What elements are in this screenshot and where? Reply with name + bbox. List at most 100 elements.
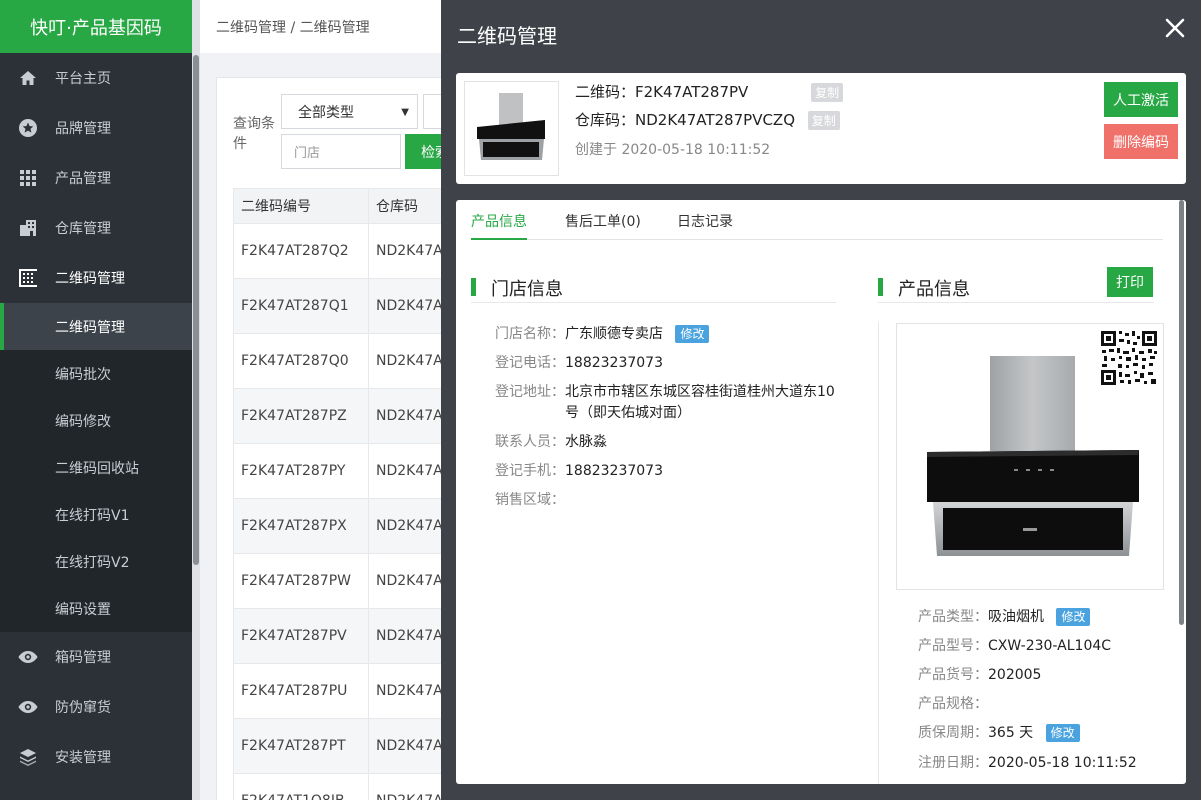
qr-code-line: 二维码：F2K47AT287PV 复制 bbox=[575, 81, 844, 102]
tab-indicator bbox=[471, 238, 527, 240]
store-section-header: 门店信息 bbox=[471, 273, 836, 303]
sidebar-subitem-code-settings[interactable]: 编码设置 bbox=[0, 585, 192, 632]
cell-qrcode: F2K47AT287PX bbox=[233, 498, 369, 554]
edit-store-name-button[interactable]: 修改 bbox=[675, 325, 710, 343]
print-button[interactable]: 打印 bbox=[1107, 267, 1153, 297]
field-key: 产品型号： bbox=[918, 638, 988, 654]
edit-warranty-button[interactable]: 修改 bbox=[1045, 724, 1080, 742]
field-value: 18823237073 bbox=[565, 463, 663, 479]
table-header-row: 二维码编号 仓库码 bbox=[233, 188, 459, 224]
sidebar: 快叮·产品基因码 平台主页 品牌管理 产品管理 仓库管理 二维码管理 二维码管理… bbox=[0, 0, 192, 800]
sidebar-item-product[interactable]: 产品管理 bbox=[0, 153, 192, 203]
created-time: 创建于 2020-05-18 10:11:52 bbox=[575, 142, 771, 158]
tab-product-info[interactable]: 产品信息 bbox=[471, 211, 527, 231]
sidebar-subitem-code-edit[interactable]: 编码修改 bbox=[0, 397, 192, 444]
sidebar-item-qrcode[interactable]: 二维码管理 bbox=[0, 253, 192, 303]
table-row[interactable]: F2K47AT287PU ND2K47A bbox=[233, 663, 459, 719]
sidebar-item-install[interactable]: 安装管理 bbox=[0, 732, 192, 782]
sidebar-item-box-code[interactable]: 箱码管理 bbox=[0, 632, 192, 682]
sidebar-item-label: 二维码管理 bbox=[55, 271, 125, 287]
cell-qrcode: F2K47AT287Q1 bbox=[233, 278, 369, 334]
product-sku-field: 产品货号：202005 bbox=[918, 665, 1041, 686]
caret-down-icon: ▼ bbox=[401, 107, 409, 118]
section-accent-bar bbox=[471, 278, 476, 296]
query-label: 查询条件 bbox=[233, 116, 275, 152]
field-value: 水脉淼 bbox=[565, 434, 607, 450]
product-model-field: 产品型号：CXW-230-AL104C bbox=[918, 636, 1111, 657]
product-section-title: 产品信息 bbox=[898, 279, 970, 300]
field-value: 202005 bbox=[988, 667, 1042, 683]
scrollbar-thumb[interactable] bbox=[193, 55, 199, 565]
cell-qrcode: F2K47AT287PV bbox=[233, 608, 369, 664]
table-row[interactable]: F2K47AT287Q0 ND2K47A bbox=[233, 333, 459, 389]
warehouse-code-value: ND2K47AT287PVCZQ bbox=[635, 111, 796, 129]
sidebar-subitem-online-print-v2[interactable]: 在线打码V2 bbox=[0, 538, 192, 585]
sidebar-subitem-online-print-v1[interactable]: 在线打码V1 bbox=[0, 491, 192, 538]
field-value: 365 天 bbox=[988, 725, 1034, 741]
tab-after-sales[interactable]: 售后工单(0) bbox=[565, 211, 641, 231]
table-row[interactable]: F2K47AT287PX ND2K47A bbox=[233, 498, 459, 554]
sidebar-item-label: 仓库管理 bbox=[55, 221, 111, 237]
brand-logo[interactable]: 快叮·产品基因码 bbox=[0, 0, 192, 53]
store-sales-area-field: 销售区域： bbox=[495, 490, 565, 511]
sidebar-item-brand[interactable]: 品牌管理 bbox=[0, 103, 192, 153]
store-input[interactable]: 门店 bbox=[281, 134, 401, 169]
qrcode-icon bbox=[18, 268, 38, 288]
field-key: 产品货号： bbox=[918, 667, 988, 683]
table-row[interactable]: F2K47AT287Q1 ND2K47A bbox=[233, 278, 459, 334]
cell-qrcode: F2K47AT287PY bbox=[233, 443, 369, 499]
qrcode-table: 二维码编号 仓库码 F2K47AT287Q2 ND2K47A F2K47AT287… bbox=[233, 188, 459, 800]
product-image bbox=[896, 323, 1164, 590]
sidebar-subitem-qrcode-manage[interactable]: 二维码管理 bbox=[0, 303, 192, 350]
product-thumbnail bbox=[464, 81, 559, 176]
copy-qr-code-button[interactable]: 复制 bbox=[811, 83, 844, 102]
field-value: 北京市市辖区东城区容桂街道桂州大道东10号（即天佑城对面） bbox=[565, 384, 835, 421]
table-row[interactable]: F2K47AT1Q8IBND2K47A bbox=[233, 773, 459, 800]
tab-log[interactable]: 日志记录 bbox=[677, 211, 733, 231]
eye-icon bbox=[18, 647, 38, 667]
qr-code-value: F2K47AT287PV bbox=[635, 83, 749, 101]
field-value: CXW-230-AL104C bbox=[988, 638, 1112, 654]
field-value: 吸油烟机 bbox=[988, 609, 1044, 625]
table-row[interactable]: F2K47AT287Q2 ND2K47A bbox=[233, 223, 459, 279]
close-icon[interactable] bbox=[1163, 16, 1187, 40]
detail-drawer: 二维码管理 二维码：F2K47AT287PV 复制 仓库码：ND2K47AT28… bbox=[441, 0, 1201, 800]
detail-scrollbar[interactable] bbox=[1179, 200, 1184, 625]
copy-warehouse-code-button[interactable]: 复制 bbox=[807, 111, 840, 130]
warranty-field: 质保周期：365 天 修改 bbox=[918, 723, 1080, 744]
table-row[interactable]: F2K47AT287PZ ND2K47A bbox=[233, 388, 459, 444]
cell-qrcode: F2K47AT287PT bbox=[233, 718, 369, 774]
sidebar-item-label: 品牌管理 bbox=[55, 121, 111, 137]
field-value: 广东顺德专卖店 bbox=[565, 326, 663, 342]
sidebar-scrollbar[interactable] bbox=[192, 0, 200, 800]
product-spec-field: 产品规格： bbox=[918, 694, 988, 715]
sidebar-subitem-code-batch[interactable]: 编码批次 bbox=[0, 350, 192, 397]
eye-icon bbox=[18, 697, 38, 717]
store-name-field: 门店名称：广东顺德专卖店 修改 bbox=[495, 324, 710, 345]
table-row[interactable]: F2K47AT287PT ND2K47A bbox=[233, 718, 459, 774]
field-key: 联系人员： bbox=[495, 434, 565, 450]
table-row[interactable]: F2K47AT287PY ND2K47A bbox=[233, 443, 459, 499]
sidebar-item-home[interactable]: 平台主页 bbox=[0, 53, 192, 103]
table-row[interactable]: F2K47AT287PW ND2K47A bbox=[233, 553, 459, 609]
sidebar-item-anti-fake[interactable]: 防伪窜货 bbox=[0, 682, 192, 732]
manual-activate-button[interactable]: 人工激活 bbox=[1104, 82, 1178, 117]
cell-qrcode: F2K47AT287PW bbox=[233, 553, 369, 609]
store-mobile-field: 登记手机：18823237073 bbox=[495, 461, 663, 482]
cell-qrcode: F2K47AT287Q0 bbox=[233, 333, 369, 389]
store-contact-field: 联系人员：水脉淼 bbox=[495, 432, 607, 453]
register-date-field: 注册日期：2020-05-18 10:11:52 bbox=[918, 753, 1137, 774]
cell-qrcode: F2K47AT287Q2 bbox=[233, 223, 369, 279]
qr-code-image bbox=[1100, 330, 1158, 386]
sidebar-subitem-qrcode-recycle[interactable]: 二维码回收站 bbox=[0, 444, 192, 491]
sidebar-item-warehouse[interactable]: 仓库管理 bbox=[0, 203, 192, 253]
column-header-qrcode[interactable]: 二维码编号 bbox=[233, 188, 369, 224]
delete-code-button[interactable]: 删除编码 bbox=[1104, 124, 1178, 159]
store-section-title: 门店信息 bbox=[491, 279, 563, 300]
field-key: 门店名称： bbox=[495, 326, 565, 342]
cell-qrcode: F2K47AT287PU bbox=[233, 663, 369, 719]
type-select[interactable]: 全部类型 ▼ bbox=[281, 94, 418, 129]
warehouse-code-line: 仓库码：ND2K47AT287PVCZQ 复制 bbox=[575, 109, 840, 130]
edit-product-type-button[interactable]: 修改 bbox=[1056, 608, 1091, 626]
table-row[interactable]: F2K47AT287PV ND2K47A bbox=[233, 608, 459, 664]
